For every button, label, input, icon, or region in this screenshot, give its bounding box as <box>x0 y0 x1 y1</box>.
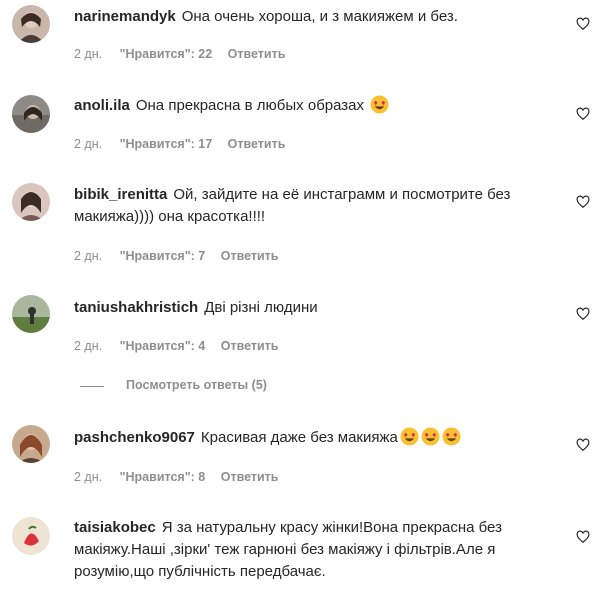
avatar[interactable] <box>12 517 50 555</box>
avatar[interactable] <box>12 295 50 333</box>
comment-meta: 2 дн. "Нравится": 8 Ответить <box>74 470 278 484</box>
heart-icon[interactable] <box>576 195 590 209</box>
comment-body: Она прекрасна в любых образах <box>135 97 365 114</box>
comment-username[interactable]: taisiakobec <box>74 519 156 536</box>
comment-meta: 2 дн. "Нравится": 17 Ответить <box>74 137 285 151</box>
comment-likes[interactable]: "Нравится": 22 <box>120 47 213 61</box>
comment-username[interactable]: pashchenko9067 <box>74 429 195 446</box>
heart-eyes-emoji-icon <box>400 427 419 446</box>
comment-likes[interactable]: "Нравится": 7 <box>120 249 206 263</box>
comment-username[interactable]: anoli.ila <box>74 97 130 114</box>
reply-button[interactable]: Ответить <box>228 47 286 61</box>
heart-icon[interactable] <box>576 17 590 31</box>
comment-likes[interactable]: "Нравится": 4 <box>120 339 206 353</box>
comment-username[interactable]: taniushakhristich <box>74 299 198 316</box>
heart-icon[interactable] <box>576 530 590 544</box>
avatar[interactable] <box>12 425 50 463</box>
comment-text: taisiakobec Я за натуральну красу жінки!В… <box>74 517 554 583</box>
comment-body: Она очень хороша, и з макияжем и без. <box>181 8 458 25</box>
comment-meta: 2 дн. "Нравится": 22 Ответить <box>74 47 285 61</box>
comment-body: Красивая даже без макияжа <box>200 429 398 446</box>
view-replies-label: Посмотреть ответы (5) <box>126 378 267 392</box>
comment-text: taniushakhristich Дві різні людини <box>74 297 554 319</box>
comment-body: Дві різні людини <box>204 299 318 316</box>
comment-time[interactable]: 2 дн. <box>74 249 102 263</box>
comment-text: narinemandyk Она очень хороша, и з макияж… <box>74 6 554 28</box>
reply-button[interactable]: Ответить <box>221 249 279 263</box>
heart-icon[interactable] <box>576 438 590 452</box>
comment-likes[interactable]: "Нравится": 17 <box>120 137 213 151</box>
comment-time[interactable]: 2 дн. <box>74 339 102 353</box>
comment-likes[interactable]: "Нравится": 8 <box>120 470 206 484</box>
reply-button[interactable]: Ответить <box>228 137 286 151</box>
comment-username[interactable]: bibik_irenitta <box>74 186 167 203</box>
comment-text: pashchenko9067 Красивая даже без макияжа <box>74 427 554 449</box>
heart-icon[interactable] <box>576 307 590 321</box>
heart-eyes-emoji-icon <box>421 427 440 446</box>
comment-time[interactable]: 2 дн. <box>74 137 102 151</box>
comment-time[interactable]: 2 дн. <box>74 470 102 484</box>
heart-eyes-emoji-icon <box>442 427 461 446</box>
comment-text: bibik_irenitta Ой, зайдите на её инстагра… <box>74 184 554 228</box>
heart-icon[interactable] <box>576 107 590 121</box>
reply-button[interactable]: Ответить <box>221 470 279 484</box>
reply-button[interactable]: Ответить <box>221 339 279 353</box>
replies-divider <box>80 386 104 387</box>
avatar[interactable] <box>12 5 50 43</box>
comment-time[interactable]: 2 дн. <box>74 47 102 61</box>
heart-eyes-emoji-icon <box>370 95 389 114</box>
comment-username[interactable]: narinemandyk <box>74 8 176 25</box>
avatar[interactable] <box>12 95 50 133</box>
comment-meta: 2 дн. "Нравится": 4 Ответить <box>74 339 278 353</box>
comment-text: anoli.ila Она прекрасна в любых образах <box>74 95 554 117</box>
comment-meta: 2 дн. "Нравится": 7 Ответить <box>74 249 278 263</box>
avatar[interactable] <box>12 183 50 221</box>
